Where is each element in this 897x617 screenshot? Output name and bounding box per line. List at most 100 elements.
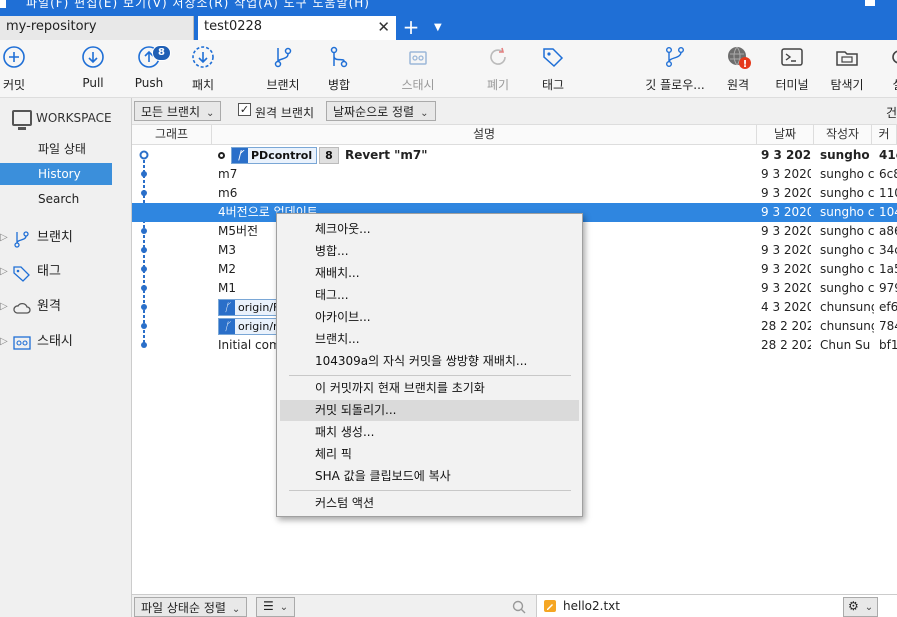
explorer-button[interactable]: 탐색기 <box>828 44 866 93</box>
settings-label: 설 <box>886 76 897 93</box>
commit-hash: a86 <box>879 224 897 238</box>
menu-item-reverse-commit[interactable]: 커밋 되돌리기... <box>280 400 579 421</box>
menu-item-interactive-rebase[interactable]: 104309a의 자식 커밋을 쌍방향 재배치... <box>280 351 579 372</box>
commit-hash: 104 <box>879 205 897 219</box>
menu-item-branch[interactable]: 브랜치... <box>280 329 579 350</box>
tag-icon <box>543 48 564 68</box>
menu-item-rebase[interactable]: 재배치... <box>280 263 579 284</box>
push-count-badge: 8 <box>152 45 171 61</box>
commit-author: sungho c <box>820 205 874 219</box>
commit-author: chunsung <box>820 319 874 333</box>
commit-author: sungho <box>820 148 870 162</box>
arrow-down-circle-icon <box>82 46 104 68</box>
pull-button[interactable]: Pull <box>78 44 108 90</box>
sidebar-item-search[interactable]: Search <box>0 188 112 210</box>
menu-item-merge[interactable]: 병합... <box>280 241 579 262</box>
commit-hash: 1a5 <box>879 262 897 276</box>
commit-row[interactable]: ᚴPDcontrol8 Revert "m7" 9 3 2020 sungho … <box>132 146 897 165</box>
column-header-graph[interactable]: 그래프 <box>132 125 212 145</box>
git-flow-label: 깃 플로우... <box>645 78 705 92</box>
sort-dropdown[interactable]: 날짜순으로 정렬 ⌄ <box>326 101 436 121</box>
column-header-description[interactable]: 설명 <box>212 125 757 145</box>
commit-row[interactable]: m7 9 3 2020 sungho c 6c8 <box>132 165 897 184</box>
menu-bar-text[interactable]: 파일(F) 편집(E) 보기(V) 저장소(R) 작업(A) 도구 도움말(H) <box>26 0 370 11</box>
remote-button[interactable]: ! 원격 <box>724 44 752 93</box>
branch-tag[interactable]: ᚴ origin/r <box>218 318 283 335</box>
close-tab-icon[interactable]: ✕ <box>377 18 390 36</box>
search-icon[interactable] <box>512 600 526 614</box>
commit-hash: 34c <box>879 243 897 257</box>
settings-icon <box>892 50 897 64</box>
sidebar-section-tags[interactable]: ▷ 태그 <box>0 260 130 284</box>
expand-arrow-icon[interactable]: ▷ <box>0 260 8 284</box>
menu-item-custom-actions[interactable]: 커스텀 액션 <box>280 493 579 514</box>
settings-button[interactable]: 설 <box>886 44 897 93</box>
branch-icon: ᚴ <box>219 300 235 315</box>
toolbar: 커밋 Pull 8 Push 패치 브랜치 병합 스태시 폐기 태그 깃 플로우… <box>0 40 897 98</box>
stash-icon <box>13 336 31 350</box>
commit-author: Chun Su <box>820 338 871 352</box>
chevron-down-icon: ⌄ <box>206 108 215 119</box>
commit-author: chunsung <box>820 300 874 314</box>
branch-tag-label: origin/F <box>238 301 280 314</box>
commit-hash: bf1 <box>879 338 897 352</box>
branch-filter-dropdown[interactable]: 모든 브랜치 ⌄ <box>134 101 222 121</box>
menu-item-tag[interactable]: 태그... <box>280 285 579 306</box>
branch-tag[interactable]: ᚴ PDcontrol <box>231 147 318 164</box>
menu-item-reset-to-commit[interactable]: 이 커밋까지 현재 브랜치를 초기화 <box>280 378 579 399</box>
expand-arrow-icon[interactable]: ▷ <box>0 330 8 354</box>
menu-separator <box>289 490 571 491</box>
cloud-icon <box>13 302 31 314</box>
file-header: hello2.txt ⚙ ⌄ <box>536 595 897 617</box>
terminal-button[interactable]: 터미널 <box>774 44 810 93</box>
workspace-header: WORKSPACE <box>12 110 112 130</box>
menu-item-create-patch[interactable]: 패치 생성... <box>280 422 579 443</box>
commit-date: 9 3 2020 <box>761 148 811 162</box>
window-control-icon[interactable] <box>865 0 875 6</box>
file-options-dropdown[interactable]: ⚙ ⌄ <box>843 597 879 617</box>
list-icon: ☰ <box>263 599 274 613</box>
branch-icon <box>274 47 292 68</box>
sidebar-item-file-status[interactable]: 파일 상태 <box>0 138 112 160</box>
bottom-bar: 파일 상태순 정렬 ⌄ ☰ ⌄ hello2.txt ⚙ ⌄ <box>132 594 897 617</box>
discard-button[interactable]: 폐기 <box>484 44 512 93</box>
sidebar-section-branches[interactable]: ▷ 브랜치 <box>0 226 130 250</box>
filter-right-text: 건 <box>885 106 897 120</box>
fetch-button[interactable]: 패치 <box>188 44 218 93</box>
menu-item-cherry-pick[interactable]: 체리 픽 <box>280 444 579 465</box>
column-header-date[interactable]: 날짜 <box>757 125 814 145</box>
git-flow-button[interactable]: 깃 플로우... <box>644 44 706 93</box>
column-header-author[interactable]: 작성자 <box>814 125 872 145</box>
sidebar-section-stashes[interactable]: ▷ 스태시 <box>0 330 130 354</box>
remote-branches-checkbox[interactable]: ✓ <box>238 103 251 116</box>
tag-button[interactable]: 태그 <box>540 44 566 93</box>
sidebar-section-remotes[interactable]: ▷ 원격 <box>0 295 130 319</box>
file-sort-dropdown[interactable]: 파일 상태순 정렬 ⌄ <box>134 597 248 617</box>
menu-item-archive[interactable]: 아카이브... <box>280 307 579 328</box>
tab-test0228[interactable]: test0228 ✕ <box>198 16 396 40</box>
tab-list-dropdown-icon[interactable]: ▼ <box>434 14 442 42</box>
expand-arrow-icon[interactable]: ▷ <box>0 226 8 250</box>
branch-button[interactable]: 브랜치 <box>264 44 302 93</box>
sidebar-item-history[interactable]: History <box>0 163 112 185</box>
tab-my-repository[interactable]: my-repository <box>0 16 194 40</box>
push-button[interactable]: 8 Push <box>132 44 171 90</box>
commit-author: sungho c <box>820 167 874 181</box>
expand-arrow-icon[interactable]: ▷ <box>0 295 8 319</box>
commit-date: 9 3 2020 <box>761 262 811 276</box>
branch-tag[interactable]: ᚴ origin/F <box>218 299 285 316</box>
fetch-icon <box>192 46 214 68</box>
branch-filter-value: 모든 브랜치 <box>141 105 201 119</box>
commit-description: ᚴ PDcontrol 8 Revert "m7" <box>218 146 758 165</box>
commit-button[interactable]: 커밋 <box>0 44 28 93</box>
menu-item-checkout[interactable]: 체크아웃... <box>280 219 579 240</box>
view-mode-dropdown[interactable]: ☰ ⌄ <box>256 597 296 617</box>
commit-date: 9 3 2020 <box>761 243 811 257</box>
column-header-commit[interactable]: 커 <box>872 125 897 145</box>
commit-date: 28 2 202 <box>761 338 811 352</box>
commit-row[interactable]: m6 9 3 2020 sungho c 110 <box>132 184 897 203</box>
merge-button[interactable]: 병합 <box>326 44 352 93</box>
add-tab-button[interactable]: + <box>402 14 420 40</box>
stash-button[interactable]: 스태시 <box>399 44 437 93</box>
menu-item-copy-sha[interactable]: SHA 값을 클립보드에 복사 <box>280 466 579 487</box>
